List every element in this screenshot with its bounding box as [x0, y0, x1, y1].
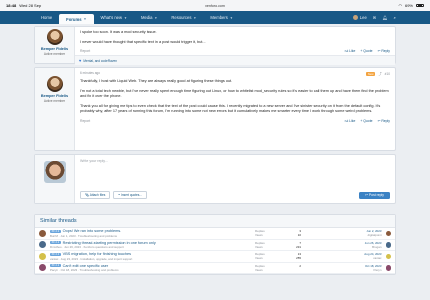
- battery-icon: [416, 3, 424, 8]
- avatar[interactable]: [385, 253, 391, 259]
- quick-reply: Write your reply... 📎︎ Attach files ❝ In…: [34, 154, 396, 204]
- thread-meta: BurrM · Jun 1, 2023 · Troubleshooting an…: [50, 233, 118, 238]
- quote-button[interactable]: + Quote: [360, 119, 372, 123]
- thread-prefix[interactable]: XF 2.2: [50, 241, 61, 244]
- thread-title[interactable]: Can't edit one specific user: [63, 264, 108, 268]
- avatar[interactable]: [46, 76, 63, 92]
- post-paragraph: Thank you all for giving me tips to even…: [80, 103, 381, 114]
- thread-prefix[interactable]: XF 2.2: [50, 264, 61, 267]
- thread-row[interactable]: XF 2.2 Restricting thread-starting permi…: [35, 240, 395, 251]
- post-number[interactable]: #10: [385, 72, 390, 76]
- views-label: Views: [255, 233, 263, 238]
- bell-icon[interactable]: 🔔︎: [382, 15, 387, 21]
- nav-tab-home[interactable]: Home: [34, 11, 59, 24]
- thread-meta: Dmxtheo · Jun 26, 2023 · XenForo questio…: [50, 245, 124, 249]
- nav-tab-whats-new[interactable]: What's new ▼: [94, 11, 135, 24]
- heart-icon: ♥: [79, 58, 82, 63]
- reactions-bar[interactable]: ♥ Mental, and codeRaven: [75, 55, 395, 65]
- reply-placeholder[interactable]: Write your reply...: [80, 159, 390, 163]
- similar-threads: Similar threads XF 2.2 Oops! We ran into…: [34, 214, 396, 275]
- post-paragraph: I spoke too soon. It was a mod security …: [80, 30, 157, 34]
- reply-button[interactable]: ↩ Reply: [378, 119, 390, 123]
- thread-title[interactable]: Oops! We ran into some problems.: [63, 229, 122, 233]
- inbox-icon[interactable]: ✉: [373, 15, 377, 20]
- avatar[interactable]: [385, 230, 391, 236]
- nav-tab-members[interactable]: Members ▼: [203, 11, 239, 24]
- address-bar-url[interactable]: xenforo.com: [0, 4, 430, 8]
- post-paragraph: I never would have thought that specific…: [80, 39, 206, 44]
- avatar[interactable]: [39, 229, 46, 237]
- post: Bemper Fidelis Active member I spoke too…: [34, 26, 396, 65]
- quote-button[interactable]: + Quote: [360, 49, 372, 53]
- avatar[interactable]: [39, 252, 46, 260]
- avatar[interactable]: [39, 241, 46, 249]
- last-post-user[interactable]: Brogan: [372, 245, 381, 249]
- thread-prefix[interactable]: XF 2.2: [50, 252, 61, 256]
- report-link[interactable]: Report: [80, 49, 90, 53]
- main-nav: Home Forums ▼ What's new ▼ Media ▼ Resource…: [0, 11, 430, 24]
- like-button[interactable]: 👍︎ Like: [345, 119, 356, 123]
- views-label: Views: [255, 244, 263, 249]
- post: Bemper Fidelis Active member 6 minutes a…: [34, 67, 396, 151]
- chevron-down-icon[interactable]: ▼: [230, 16, 233, 20]
- status-bar: 18:48 Wed 28 Sep xenforo.com ◠ 69%: [0, 0, 430, 11]
- reply-editor[interactable]: Write your reply... 📎︎ Attach files ❝ In…: [75, 155, 395, 203]
- thread-title[interactable]: Restricting thread-starting permission i…: [63, 241, 156, 245]
- post-author-panel: Bemper Fidelis Active member: [35, 68, 75, 150]
- last-post-user[interactable]: digitalpoint: [368, 233, 382, 237]
- reply-author-panel: [35, 155, 75, 203]
- user-menu[interactable]: Lee: [352, 15, 367, 21]
- chevron-down-icon[interactable]: ▼: [193, 16, 196, 20]
- share-icon[interactable]: ⤴: [378, 71, 381, 76]
- author-name[interactable]: Bemper Fidelis: [41, 47, 68, 51]
- section-title: Similar threads: [35, 215, 395, 228]
- views-label: Views: [255, 267, 263, 272]
- author-title: Active member: [43, 52, 66, 56]
- thread-row[interactable]: XF 2.2 Oops! We ran into some problems. …: [35, 228, 395, 240]
- avatar: [352, 15, 358, 21]
- post-paragraph: Thankfully, I host with Liquid Web. They…: [80, 79, 233, 83]
- reply-button[interactable]: ↩ Reply: [378, 49, 390, 53]
- chevron-down-icon[interactable]: ▼: [154, 16, 157, 20]
- avatar[interactable]: [385, 265, 391, 271]
- thread-meta: Pacyn · Oct 18, 2023 · Troubleshooting a…: [50, 268, 119, 272]
- report-link[interactable]: Report: [80, 119, 90, 123]
- new-badge: New: [365, 71, 376, 76]
- like-button[interactable]: 👍︎ Like: [345, 49, 356, 53]
- last-post-user[interactable]: vaniac: [373, 256, 381, 260]
- nav-tab-forums[interactable]: Forums ▼: [59, 14, 94, 24]
- last-post-user[interactable]: Pacyn: [373, 268, 381, 272]
- thread-row[interactable]: XF 2.2 VBS migration, help for finishing…: [35, 251, 395, 263]
- post-timestamp[interactable]: 6 minutes ago: [80, 71, 100, 76]
- reactions-list[interactable]: Mental, and codeRaven: [83, 59, 117, 63]
- nav-tab-media[interactable]: Media ▼: [134, 11, 164, 24]
- post-paragraph: I'm not a total tech newbie, but I've ne…: [80, 88, 389, 99]
- views-label: Views: [255, 256, 263, 261]
- author-name[interactable]: Bemper Fidelis: [41, 94, 68, 98]
- post-reply-button[interactable]: ↩ Post reply: [359, 191, 390, 199]
- avatar: [43, 161, 66, 183]
- thread-prefix[interactable]: XF 2.2: [50, 229, 61, 233]
- search-icon[interactable]: ⌕: [394, 15, 396, 20]
- insert-quotes-button[interactable]: ❝ Insert quotes...: [113, 191, 148, 199]
- thread-meta: vaniac · Aug 23, 2023 · Installation, up…: [50, 256, 133, 261]
- thread-title[interactable]: VBS migration, help for finishing touche…: [63, 252, 131, 256]
- avatar[interactable]: [39, 264, 46, 272]
- avatar[interactable]: [46, 29, 63, 45]
- author-title: Active member: [43, 99, 66, 103]
- post-author-panel: Bemper Fidelis Active member: [35, 27, 75, 63]
- thread-row[interactable]: XF 2.2 Can't edit one specific user Pacy…: [35, 263, 395, 274]
- chevron-down-icon[interactable]: ▼: [84, 17, 87, 21]
- attach-files-button[interactable]: 📎︎ Attach files: [80, 191, 111, 199]
- chevron-down-icon[interactable]: ▼: [124, 16, 127, 20]
- avatar[interactable]: [385, 242, 391, 248]
- nav-tab-resources[interactable]: Resources ▼: [164, 11, 203, 24]
